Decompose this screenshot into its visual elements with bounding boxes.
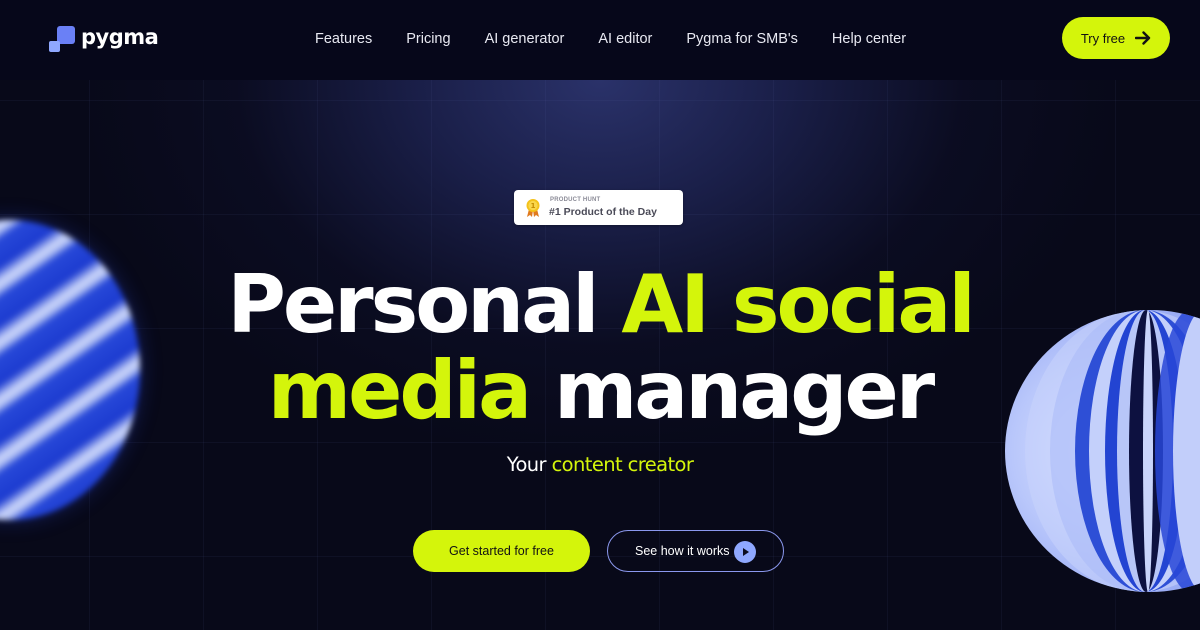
subtitle-accent: content creator	[551, 453, 694, 476]
badge-eyebrow: PRODUCT HUNT	[550, 197, 601, 203]
headline-accent-1: AI social	[621, 258, 975, 351]
see-how-it-works-button[interactable]: See how it works	[607, 530, 784, 572]
headline-white-1: Personal	[227, 258, 599, 351]
headline-accent-2: media	[267, 344, 532, 437]
try-free-label: Try free	[1080, 30, 1126, 46]
play-icon	[734, 541, 756, 563]
nav-item-pygma-for-smbs[interactable]: Pygma for SMB's	[686, 31, 798, 47]
nav-item-ai-editor[interactable]: AI editor	[598, 31, 652, 47]
logo-text: pygma	[81, 25, 159, 49]
headline-line-1: Personal AI social	[0, 265, 1200, 345]
arrow-right-icon	[1135, 31, 1151, 45]
get-started-button[interactable]: Get started for free	[413, 530, 590, 572]
grid-line-horizontal	[0, 556, 1200, 557]
product-hunt-badge[interactable]: 1 PRODUCT HUNT #1 Product of the Day	[514, 190, 683, 225]
nav-item-pricing[interactable]: Pricing	[406, 31, 450, 47]
grid-line-horizontal	[0, 100, 1200, 101]
badge-title: #1 Product of the Day	[549, 206, 657, 218]
try-free-button[interactable]: Try free	[1062, 17, 1170, 59]
svg-text:1: 1	[531, 202, 536, 210]
logo[interactable]: pygma	[48, 24, 159, 54]
site-header: pygma Features Pricing AI generator AI e…	[0, 0, 1200, 80]
nav-item-features[interactable]: Features	[315, 31, 372, 47]
nav-item-ai-generator[interactable]: AI generator	[485, 31, 565, 47]
logo-mark-icon	[48, 25, 76, 53]
main-nav: Features Pricing AI generator AI editor …	[315, 29, 906, 49]
subtitle-white: Your	[506, 453, 547, 476]
hero-section: 1 PRODUCT HUNT #1 Product of the Day Per…	[0, 80, 1200, 630]
medal-icon: 1	[526, 199, 540, 217]
see-how-it-works-label: See how it works	[635, 544, 730, 558]
hero-subtitle: Your content creator	[0, 453, 1200, 476]
headline-line-2: media manager	[0, 351, 1200, 431]
headline-white-2: manager	[553, 344, 935, 437]
nav-item-help-center[interactable]: Help center	[832, 31, 906, 47]
